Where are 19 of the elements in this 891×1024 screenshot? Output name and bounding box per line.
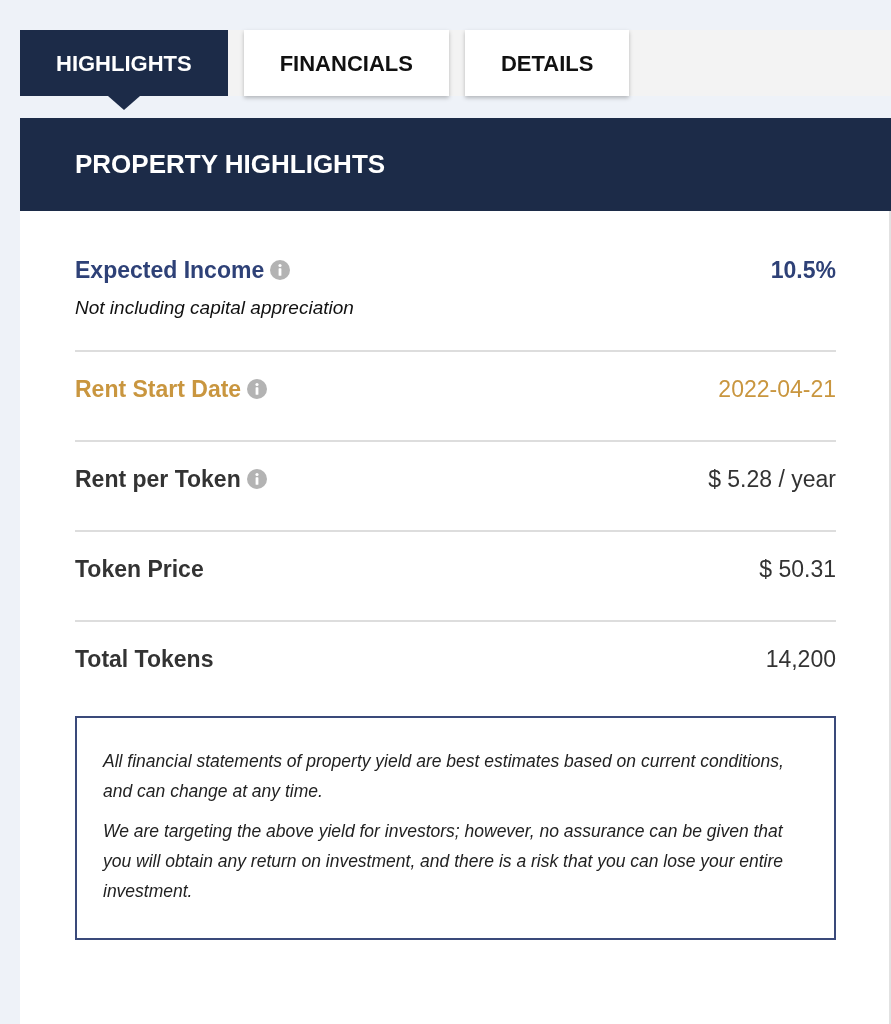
field-value: $ 50.31	[759, 555, 836, 584]
disclaimer-text: We are targeting the above yield for investors; however, no assurance can be given that you will obtain any return on investment, and there is a risk that you can lose your entire investment.	[103, 820, 784, 903]
field-label: Rent Start Date	[75, 376, 242, 402]
field-label: Token Price	[75, 556, 204, 582]
info-icon[interactable]	[246, 469, 267, 489]
field-value: 10.5%	[770, 256, 836, 285]
field-label: Total Tokens	[75, 646, 214, 672]
field-value: 14,200	[765, 645, 836, 674]
panel-title: PROPERTY HIGHLIGHTS	[20, 118, 891, 211]
tab[interactable]: FINANCIALS	[243, 30, 449, 96]
info-icon[interactable]	[270, 260, 291, 280]
tab[interactable]: DETAILS	[464, 30, 630, 96]
info-icon[interactable]	[247, 379, 268, 399]
field-value: $ 5.28 / year	[708, 465, 836, 494]
disclaimer-text: All financial statements of property yield are best estimates based on current conditions, and can change at any time.	[103, 750, 784, 803]
field-label: Rent per Token	[75, 466, 241, 492]
field-note: Not including capital appreciation	[75, 295, 354, 320]
field-value: 2022-04-21	[718, 375, 836, 404]
field-label: Expected Income	[75, 257, 265, 283]
